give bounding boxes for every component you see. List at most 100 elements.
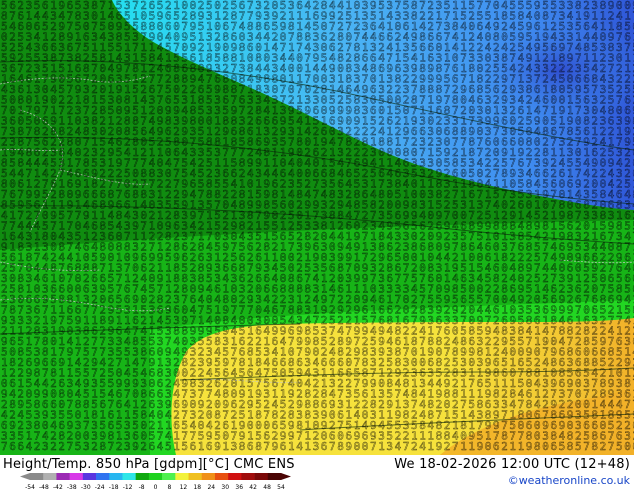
svg-text:4: 4: [26, 440, 33, 453]
colorbar-left-arrow: [20, 473, 30, 480]
colorbar-tick-label: -38: [67, 484, 77, 490]
svg-text:7: 7: [263, 440, 270, 453]
svg-text:6: 6: [493, 440, 500, 453]
valid-time: We 18-02-2026 12:00 UTC (12+48): [394, 457, 630, 472]
svg-text:1: 1: [304, 440, 311, 453]
svg-text:1: 1: [509, 440, 516, 453]
svg-text:2: 2: [140, 440, 147, 453]
svg-text:4: 4: [157, 440, 164, 453]
svg-text:0: 0: [542, 440, 549, 453]
svg-text:0: 0: [362, 440, 369, 453]
temperature-digit-field: 5623561965387153726521002502567320536428…: [1, 0, 634, 453]
colorbar-tick-label: -42: [53, 484, 63, 490]
svg-text:4: 4: [395, 440, 402, 453]
colorbar-tick-label: -48: [39, 484, 49, 490]
colorbar-tick-label: 0: [154, 484, 158, 490]
svg-text:5: 5: [616, 440, 623, 453]
colorbar-tick-label: 30: [221, 484, 229, 490]
colorbar-swatch: [135, 473, 150, 480]
svg-text:1: 1: [198, 440, 205, 453]
svg-text:7: 7: [370, 440, 377, 453]
colorbar-swatch: [148, 473, 163, 480]
svg-text:6: 6: [190, 440, 197, 453]
svg-text:6: 6: [280, 440, 287, 453]
svg-text:3: 3: [83, 440, 90, 453]
svg-text:9: 9: [272, 440, 279, 453]
colorbar-tick-label: 54: [277, 484, 285, 490]
svg-text:7: 7: [329, 440, 336, 453]
colorbar-tick-label: -8: [139, 484, 145, 490]
svg-text:8: 8: [99, 440, 106, 453]
colorbar-swatch: [122, 473, 136, 480]
svg-text:8: 8: [591, 440, 598, 453]
map-title: Height/Temp. 850 hPa [gdpm][°C] CMC ENS: [3, 457, 295, 472]
svg-text:9: 9: [345, 440, 352, 453]
colorbar-swatch: [175, 473, 189, 480]
svg-text:8: 8: [255, 440, 262, 453]
colorbar-tick-label: -24: [95, 484, 105, 490]
svg-text:2: 2: [411, 440, 418, 453]
colorbar-tick-label: -54: [25, 484, 35, 490]
svg-text:7: 7: [452, 440, 459, 453]
svg-text:7: 7: [608, 440, 615, 453]
svg-text:9: 9: [214, 440, 221, 453]
colorbar-right-arrow: [281, 473, 291, 480]
svg-text:3: 3: [124, 440, 131, 453]
svg-text:9: 9: [436, 440, 443, 453]
svg-text:0: 0: [485, 440, 492, 453]
svg-text:5: 5: [75, 440, 82, 453]
colorbar-swatch: [188, 473, 203, 480]
svg-text:7: 7: [1, 440, 8, 453]
colorbar-swatch: [267, 473, 282, 480]
svg-text:7: 7: [403, 440, 410, 453]
svg-text:8: 8: [337, 440, 344, 453]
map-footer: Height/Temp. 850 hPa [gdpm][°C] CMC ENS …: [0, 455, 634, 490]
svg-text:5: 5: [165, 440, 172, 453]
svg-text:2: 2: [600, 440, 607, 453]
svg-text:1: 1: [173, 440, 180, 453]
colorbar-tick-label: -30: [81, 484, 91, 490]
svg-text:6: 6: [550, 440, 557, 453]
svg-text:6: 6: [149, 440, 156, 453]
colorbar-tick-label: -12: [123, 484, 133, 490]
svg-text:1: 1: [468, 440, 475, 453]
svg-text:6: 6: [321, 440, 328, 453]
credit-link[interactable]: ©weatheronline.co.uk: [508, 474, 630, 487]
svg-text:7: 7: [67, 440, 74, 453]
colorbar-swatch: [30, 473, 44, 480]
svg-text:8: 8: [567, 440, 574, 453]
colorbar-swatch: [96, 473, 110, 480]
colorbar-tick-label: 42: [249, 484, 257, 490]
svg-text:1: 1: [378, 440, 385, 453]
colorbar-tick-label: -18: [109, 484, 119, 490]
svg-text:8: 8: [239, 440, 246, 453]
weather-map: 5623561965387153726521002502567320536428…: [0, 0, 634, 455]
svg-text:1: 1: [518, 440, 525, 453]
colorbar-swatch: [56, 473, 70, 480]
svg-text:0: 0: [354, 440, 361, 453]
svg-text:7: 7: [583, 440, 590, 453]
svg-text:2: 2: [501, 440, 508, 453]
svg-text:7: 7: [108, 440, 115, 453]
svg-text:9: 9: [477, 440, 484, 453]
colorbar-swatch: [214, 473, 229, 480]
svg-text:5: 5: [575, 440, 582, 453]
colorbar-tick-label: 12: [180, 484, 188, 490]
colorbar-swatch: [228, 473, 242, 480]
svg-text:6: 6: [247, 440, 254, 453]
svg-text:6: 6: [206, 440, 213, 453]
svg-text:6: 6: [17, 440, 24, 453]
colorbar-swatch: [82, 473, 97, 480]
svg-text:2: 2: [50, 440, 57, 453]
svg-text:3: 3: [313, 440, 320, 453]
svg-text:2: 2: [34, 440, 41, 453]
svg-text:4: 4: [419, 440, 426, 453]
colorbar-swatch: [162, 473, 176, 480]
svg-text:3: 3: [42, 440, 49, 453]
colorbar-tick-label: 8: [167, 484, 171, 490]
colorbar-tick-label: 36: [235, 484, 243, 490]
colorbar-tick-label: 18: [193, 484, 201, 490]
svg-text:2: 2: [116, 440, 123, 453]
colorbar-swatch: [241, 473, 255, 480]
svg-text:2: 2: [91, 440, 98, 453]
